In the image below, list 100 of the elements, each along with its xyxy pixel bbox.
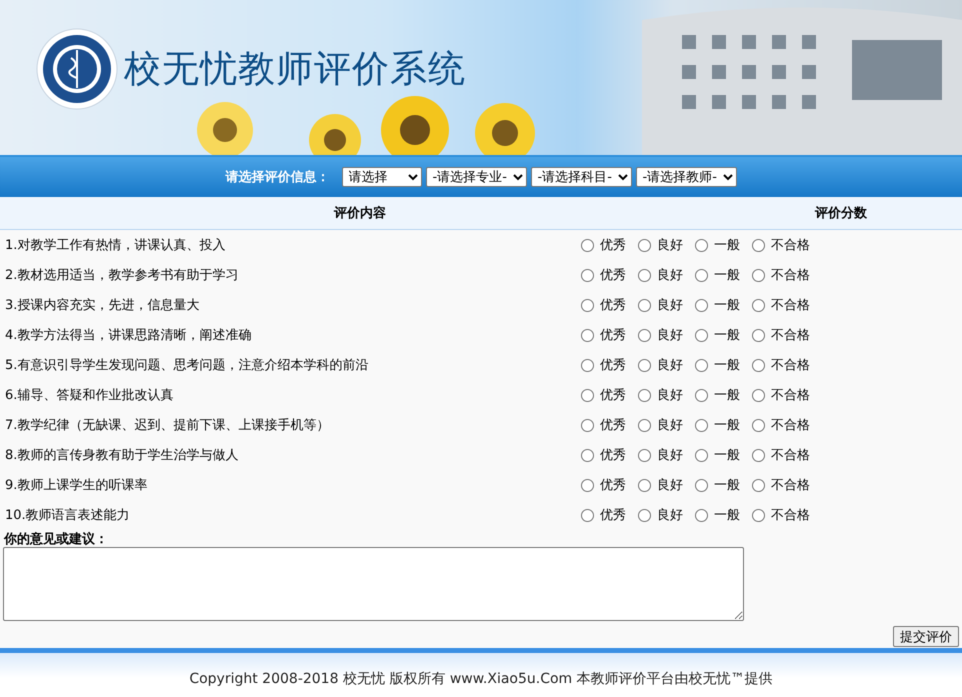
- column-header: 评价分数: [814, 205, 868, 222]
- rating-label: 优秀: [600, 387, 626, 404]
- rating-radio[interactable]: [638, 298, 651, 312]
- criterion-text: 10.教师语言表述能力: [4, 507, 131, 524]
- rating-label: 一般: [714, 447, 740, 464]
- dropdown[interactable]: -请选择教师-: [636, 167, 736, 187]
- rating-radio[interactable]: [581, 238, 594, 252]
- rating-radio[interactable]: [581, 508, 594, 522]
- rating-radio[interactable]: [638, 358, 651, 372]
- rating-radio[interactable]: [638, 238, 651, 252]
- rating-radio[interactable]: [638, 268, 651, 282]
- rating-radio[interactable]: [581, 448, 594, 462]
- rating-radio[interactable]: [752, 358, 765, 372]
- rating-label: 一般: [714, 327, 740, 344]
- comments-field[interactable]: [3, 547, 744, 621]
- rating-label: 不合格: [771, 447, 810, 464]
- rating-label: 良好: [657, 297, 683, 314]
- rating-label: 一般: [714, 267, 740, 284]
- rating-label: 优秀: [600, 357, 626, 374]
- rating-label: 良好: [657, 357, 683, 374]
- rating-radio[interactable]: [695, 328, 708, 342]
- criterion-text: 7.教学纪律（无缺课、迟到、提前下课、上课接手机等）: [4, 417, 330, 434]
- rating-radio[interactable]: [638, 418, 651, 432]
- criterion-text: 5.有意识引导学生发现问题、思考问题，注意介绍本学科的前沿: [4, 357, 370, 374]
- rating-radio[interactable]: [581, 478, 594, 492]
- criterion-text: 6.辅导、答疑和作业批改认真: [4, 387, 174, 404]
- criterion-text: 3.授课内容充实，先进，信息量大: [4, 297, 200, 314]
- rating-radio[interactable]: [752, 508, 765, 522]
- rating-radio[interactable]: [752, 388, 765, 402]
- rating-radio[interactable]: [581, 418, 594, 432]
- rating-radio[interactable]: [581, 298, 594, 312]
- rating-radio[interactable]: [695, 418, 708, 432]
- rating-radio[interactable]: [695, 508, 708, 522]
- rating-label: 一般: [714, 477, 740, 494]
- rating-label: 一般: [714, 417, 740, 434]
- rating-radio[interactable]: [581, 358, 594, 372]
- rating-radio[interactable]: [638, 328, 651, 342]
- rating-radio[interactable]: [752, 478, 765, 492]
- copyright-text: Copyright 2008-2018 校无忧 版权所有 www.Xiao5u.Com 本教师评价平台由校无忧™提供: [189, 670, 773, 688]
- rating-label: 优秀: [600, 477, 626, 494]
- rating-label: 一般: [714, 357, 740, 374]
- rating-label: 优秀: [600, 447, 626, 464]
- rating-radio[interactable]: [695, 298, 708, 312]
- rating-radio[interactable]: [581, 388, 594, 402]
- criterion-text: 4.教学方法得当，讲课思路清晰，阐述准确: [4, 327, 252, 344]
- rating-radio[interactable]: [638, 388, 651, 402]
- rating-radio[interactable]: [752, 268, 765, 282]
- rating-radio[interactable]: [638, 448, 651, 462]
- rating-label: 一般: [714, 387, 740, 404]
- rating-radio[interactable]: [695, 448, 708, 462]
- rating-radio[interactable]: [752, 448, 765, 462]
- rating-radio[interactable]: [695, 478, 708, 492]
- rating-radio[interactable]: [752, 298, 765, 312]
- rating-label: 良好: [657, 237, 683, 254]
- rating-label: 优秀: [600, 237, 626, 254]
- rating-label: 良好: [657, 327, 683, 344]
- rating-label: 良好: [657, 477, 683, 494]
- dropdown[interactable]: -请选择专业-: [426, 167, 526, 187]
- rating-radio[interactable]: [638, 478, 651, 492]
- dropdown[interactable]: 请选择: [342, 167, 422, 187]
- rating-radio[interactable]: [695, 358, 708, 372]
- rating-label: 良好: [657, 417, 683, 434]
- submit-button[interactable]: 提交评价: [893, 626, 959, 647]
- filter-label: 请选择评价信息：: [226, 169, 330, 186]
- rating-label: 优秀: [600, 267, 626, 284]
- rating-label: 一般: [714, 237, 740, 254]
- rating-label: 一般: [714, 507, 740, 524]
- rating-radio[interactable]: [752, 328, 765, 342]
- rating-label: 优秀: [600, 507, 626, 524]
- rating-label: 不合格: [771, 267, 810, 284]
- criterion-text: 2.教材选用适当，教学参考书有助于学习: [4, 267, 240, 284]
- dropdown[interactable]: -请选择科目-: [530, 167, 632, 187]
- rating-label: 优秀: [600, 297, 626, 314]
- criterion-text: 9.教师上课学生的听课率: [4, 477, 148, 494]
- rating-label: 良好: [657, 267, 683, 284]
- rating-label: 不合格: [771, 417, 810, 434]
- rating-radio[interactable]: [581, 328, 594, 342]
- rating-radio[interactable]: [638, 508, 651, 522]
- rating-label: 不合格: [771, 357, 810, 374]
- rating-label: 良好: [657, 507, 683, 524]
- rating-label: 不合格: [771, 327, 810, 344]
- rating-label: 不合格: [771, 297, 810, 314]
- rating-label: 不合格: [771, 237, 810, 254]
- rating-label: 优秀: [600, 327, 626, 344]
- rating-label: 一般: [714, 297, 740, 314]
- criterion-text: 8.教师的言传身教有助于学生治学与做人: [4, 447, 240, 464]
- criterion-text: 1.对教学工作有热情，讲课认真、投入: [4, 237, 226, 254]
- rating-radio[interactable]: [752, 238, 765, 252]
- rating-radio[interactable]: [752, 418, 765, 432]
- rating-radio[interactable]: [695, 388, 708, 402]
- system-title: 校无忧教师评价系统: [124, 46, 466, 92]
- rating-radio[interactable]: [581, 268, 594, 282]
- rating-label: 不合格: [771, 507, 810, 524]
- rating-label: 不合格: [771, 477, 810, 494]
- rating-radio[interactable]: [695, 238, 708, 252]
- rating-label: 不合格: [771, 387, 810, 404]
- rating-label: 良好: [657, 447, 683, 464]
- college-emblem-icon: [36, 28, 118, 110]
- rating-radio[interactable]: [695, 268, 708, 282]
- rating-label: 良好: [657, 387, 683, 404]
